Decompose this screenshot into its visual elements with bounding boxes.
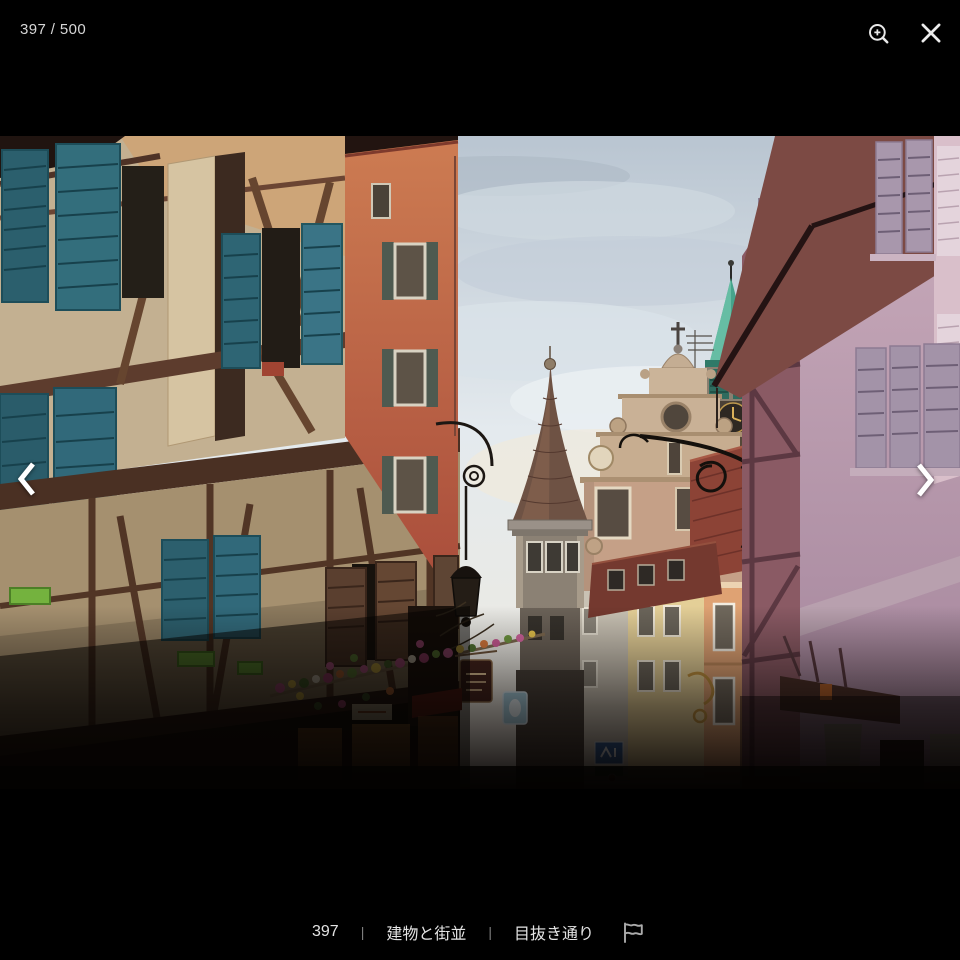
caption-subcategory: 目抜き通り <box>513 926 594 943</box>
flag-button[interactable] <box>620 920 648 944</box>
caption-separator: | <box>488 924 492 940</box>
caption-number: 397 <box>311 923 339 940</box>
next-button[interactable] <box>910 457 940 503</box>
caption-separator: | <box>360 924 365 940</box>
photo-viewer-overlay: 397 / 500 397 | 建物と街並 | 目抜き通り <box>0 0 960 960</box>
chevron-right-icon <box>916 463 935 500</box>
chevron-left-icon <box>17 462 36 499</box>
magnifier-plus-icon <box>866 24 892 50</box>
photo <box>0 136 960 789</box>
photo-caption: 397 | 建物と街並 | 目抜き通り <box>0 920 960 944</box>
flag-icon <box>620 922 648 947</box>
caption-category: 建物と街並 <box>386 926 467 943</box>
vignette <box>0 606 960 789</box>
photo-counter: 397 / 500 <box>20 21 87 38</box>
close-button[interactable] <box>914 16 948 50</box>
prev-button[interactable] <box>12 456 42 502</box>
close-icon <box>918 23 944 49</box>
zoom-in-button[interactable] <box>862 17 896 51</box>
